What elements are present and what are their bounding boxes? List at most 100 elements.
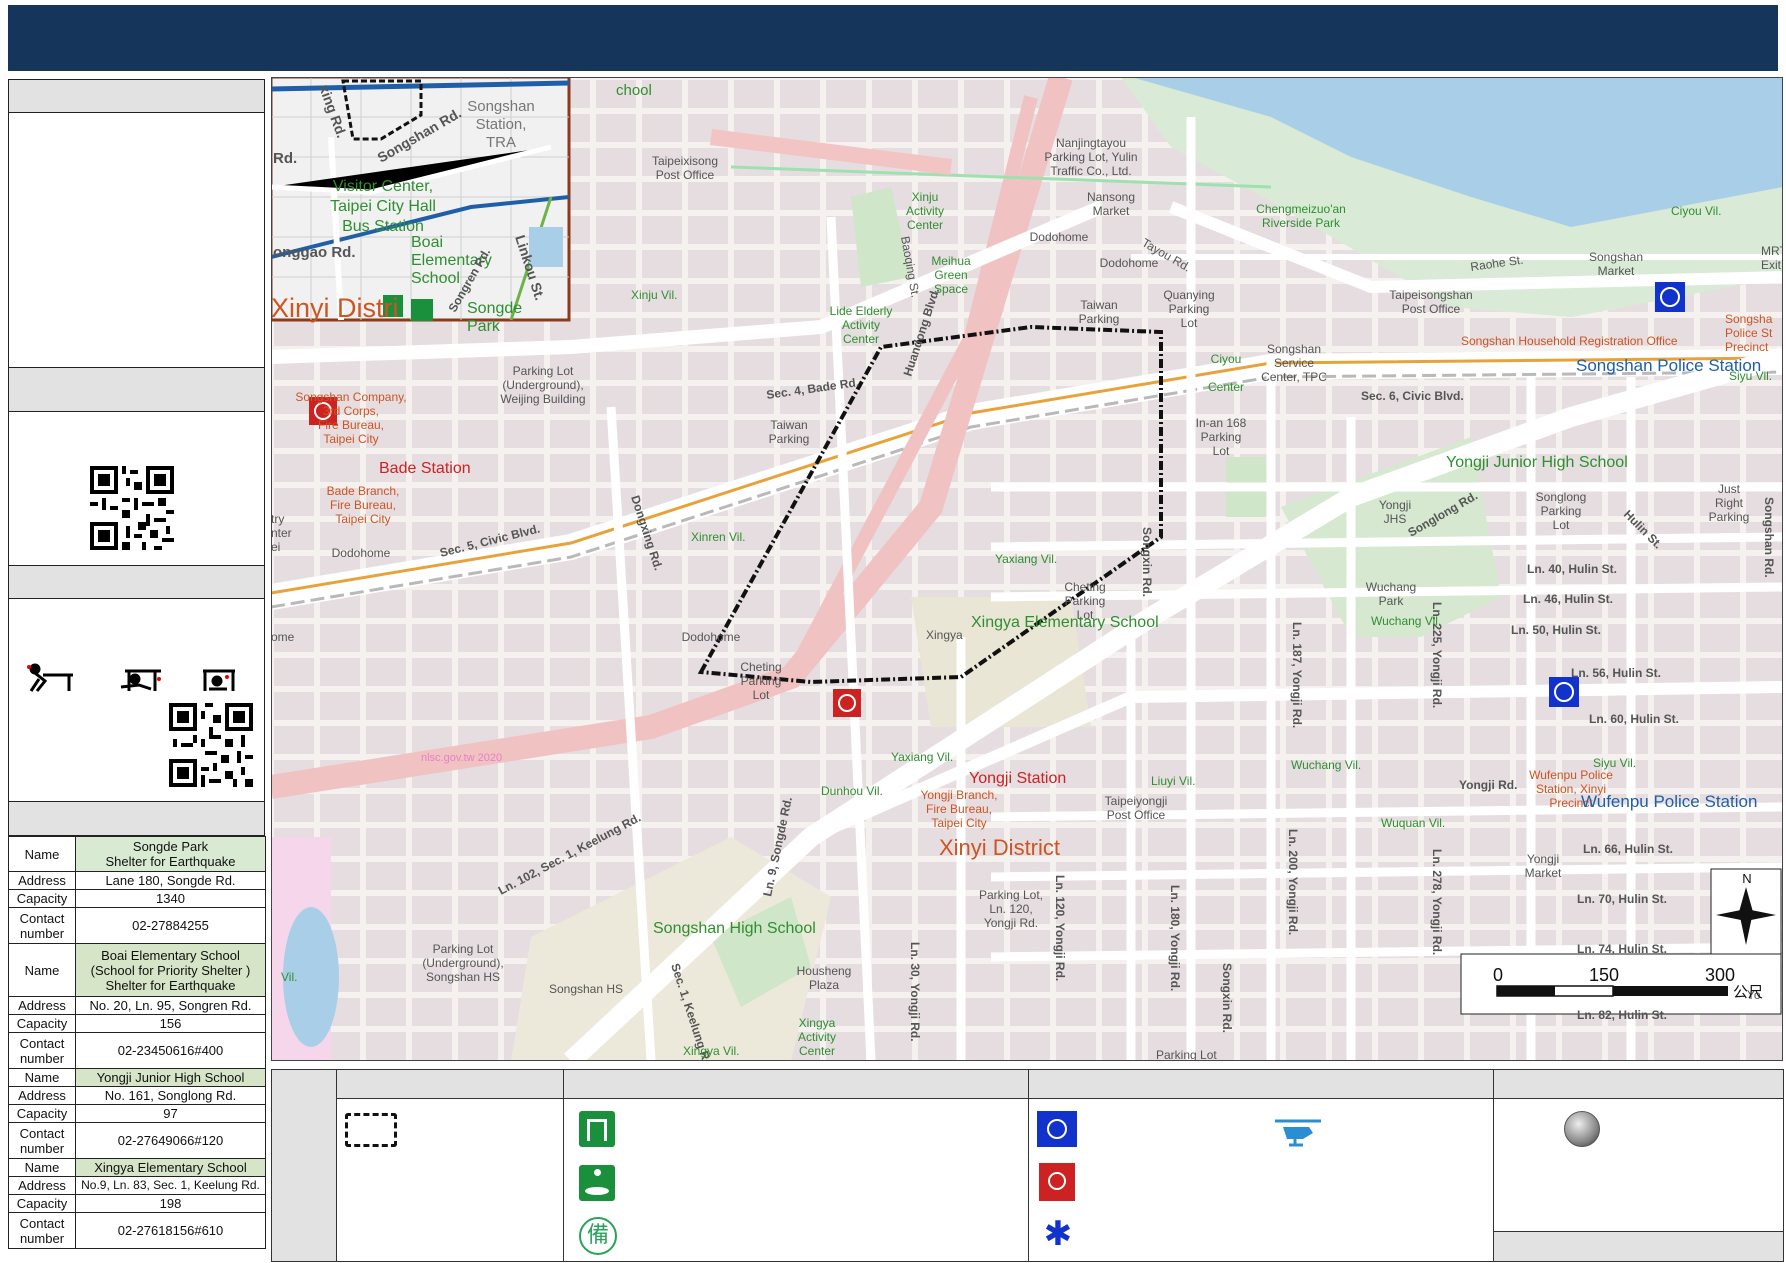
- label-hulin56: Ln. 56, Hulin St.: [1571, 666, 1661, 680]
- capacity-label: Capacity: [8, 889, 76, 908]
- qr-code-icon[interactable]: [90, 466, 174, 550]
- label-yongji-rd: Yongji Rd.: [1459, 778, 1517, 792]
- helicopter-icon: [1275, 1119, 1321, 1147]
- label-mrt-exit: MRTExit 5: [1761, 244, 1783, 272]
- capacity-label: Capacity: [8, 1104, 76, 1123]
- label-songshan-rd: Songshan Rd.: [1762, 497, 1776, 578]
- park-shelter-icon: [579, 1165, 615, 1201]
- label-yongji-station: Yongji Station: [969, 770, 1066, 787]
- label-taipeixisong: Taipeixisong Post Office: [652, 154, 718, 182]
- label-hulin50: Ln. 50, Hulin St.: [1511, 623, 1601, 637]
- legend-col1-header: [336, 1069, 564, 1099]
- label-hulin82: Ln. 82, Hulin St.: [1577, 1008, 1667, 1022]
- scale-unit: 公尺: [1733, 984, 1763, 1001]
- police-icon: [1037, 1111, 1077, 1147]
- legend-col2-header: [563, 1069, 1029, 1099]
- label-yaxiang-vil: Yaxiang Vil.: [995, 552, 1057, 566]
- left-panel-header-2: [8, 367, 265, 412]
- label-hulin40: Ln. 40, Hulin St.: [1527, 562, 1617, 576]
- shelter-name: Yongji Junior High School: [75, 1068, 266, 1087]
- reserve-shelter-icon: 備: [579, 1217, 617, 1255]
- label-taiwan-parking: Taiwan Parking: [1079, 298, 1120, 326]
- shelter-contact: 02-27618156#610: [75, 1212, 266, 1249]
- shelter-info-table: Name Songde Park Shelter for Earthquake A…: [8, 836, 266, 1249]
- address-label: Address: [8, 871, 76, 890]
- legend-col4-header: [1493, 1069, 1784, 1099]
- legend-col3-header: [1028, 1069, 1494, 1099]
- left-panel-header-1: [8, 79, 265, 113]
- label-parking-lot-bottom: Parking Lot: [1156, 1048, 1217, 1061]
- label-dodohome: Dodohome: [1030, 230, 1089, 244]
- label-dodohome: Dodohome: [1100, 256, 1159, 270]
- label-yongji-branch: Yongji Branch, Fire Bureau, Taipei City: [921, 788, 998, 830]
- label-wuquan: Wuquan Vil.: [1381, 816, 1445, 830]
- label-taipeisongshan: Taipeisongshan Post Office: [1389, 288, 1472, 316]
- north-label: N: [1742, 871, 1751, 886]
- medical-icon: ✱: [1043, 1214, 1073, 1254]
- scale-mid: 150: [1589, 965, 1619, 985]
- left-panel-header-3: [8, 565, 265, 599]
- label-yongji225: Ln. 225, Yongji Rd.: [1430, 602, 1444, 708]
- name-label: Name: [8, 1158, 76, 1177]
- label-hulin66: Ln. 66, Hulin St.: [1583, 842, 1673, 856]
- left-panel-description: [8, 112, 265, 368]
- qr-code-2-icon[interactable]: [169, 703, 253, 787]
- legend-col4: [1493, 1098, 1784, 1232]
- cover-icon: [120, 669, 161, 691]
- gray-circle-icon: [1564, 1111, 1600, 1147]
- label-xingya-es: Xingya Elementary School: [971, 614, 1159, 631]
- police-icon[interactable]: [1655, 282, 1685, 312]
- label-wuchang-vil: Wuchang Vil.: [1291, 758, 1361, 772]
- label-school-top: chool: [616, 82, 652, 99]
- label-yongji278: Ln. 278, Yongji Rd.: [1430, 849, 1444, 955]
- label-xingya-small: Xingya: [926, 628, 963, 642]
- label-hulin70: Ln. 70, Hulin St.: [1577, 892, 1667, 906]
- shelter-capacity: 1340: [75, 889, 266, 908]
- label-yongji30: Ln. 30, Yongji Rd.: [908, 942, 922, 1042]
- police-icon[interactable]: [1549, 677, 1579, 707]
- capacity-label: Capacity: [8, 1194, 76, 1213]
- legend-side-header: [271, 1069, 337, 1262]
- address-label: Address: [8, 996, 76, 1015]
- capacity-label: Capacity: [8, 1014, 76, 1033]
- label-yongji180: Ln. 180, Yongji Rd.: [1168, 885, 1182, 991]
- name-label: Name: [8, 1068, 76, 1087]
- shelter-contact: 02-27649066#120: [75, 1122, 266, 1159]
- label-taipeiyongji: Taipeiyongji Post Office: [1105, 794, 1168, 822]
- label-songshan-precinct: Songsha Police St Precinct: [1725, 312, 1773, 354]
- scale-zero: 0: [1493, 965, 1503, 985]
- label-dodohome: Dodohome: [682, 630, 741, 644]
- inset-label-district: Xinyi Distri: [271, 293, 399, 323]
- inset-label-visitor: Visitor Center, Taipei City Hall Bus Stati…: [330, 178, 436, 235]
- shelter-icon: [579, 1111, 615, 1147]
- shelter-capacity: 156: [75, 1014, 266, 1033]
- shelter-address: No. 161, Songlong Rd.: [75, 1086, 266, 1105]
- shelter-capacity: 198: [75, 1194, 266, 1213]
- label-xinju-center: Xinju Activity Center: [906, 190, 944, 232]
- label-songxin: Songxin Rd.: [1140, 527, 1154, 597]
- label-ciyou-vil: Ciyou Vil.: [1671, 204, 1721, 218]
- name-label: Name: [8, 836, 76, 872]
- contact-label: Contact number: [8, 907, 76, 944]
- map-canvas[interactable]: chool Taipeixisong Post Office Xinju Activ…: [271, 77, 1783, 1061]
- boundary-icon: [345, 1113, 397, 1147]
- label-parking-songshan-hs: Parking Lot (Underground), Songshan HS: [422, 942, 503, 984]
- shelter-contact: 02-27884255: [75, 907, 266, 944]
- label-xinren: Xinren Vil.: [691, 530, 745, 544]
- label-songshan-hs-small: Songshan HS: [549, 982, 623, 996]
- contact-label: Contact number: [8, 1122, 76, 1159]
- shelter-capacity: 97: [75, 1104, 266, 1123]
- shelter-name: Xingya Elementary School: [75, 1158, 266, 1177]
- label-nanjingtayou: Nanjingtayou Parking Lot, Yulin Traffic Co…: [1044, 136, 1137, 178]
- address-label: Address: [8, 1176, 76, 1195]
- label-yongji-jhs: Yongji Junior High School: [1446, 454, 1628, 471]
- label-wufenpu: Wufenpu Police Station: [1581, 792, 1757, 811]
- shelter-address: Lane 180, Songde Rd.: [75, 871, 266, 890]
- title-bar: [8, 5, 1778, 71]
- shelter-name: Boai Elementary School (School for Priori…: [75, 943, 266, 997]
- label-taiwan-parking: Taiwan Parking: [769, 418, 810, 446]
- label-songshan-hs: Songshan High School: [653, 920, 816, 937]
- fire-station-icon[interactable]: [833, 689, 861, 717]
- label-chengmeizuoan: Chengmeizuo'an Riverside Park: [1256, 202, 1346, 230]
- inset-label-tonggao: onggao Rd.: [273, 244, 356, 261]
